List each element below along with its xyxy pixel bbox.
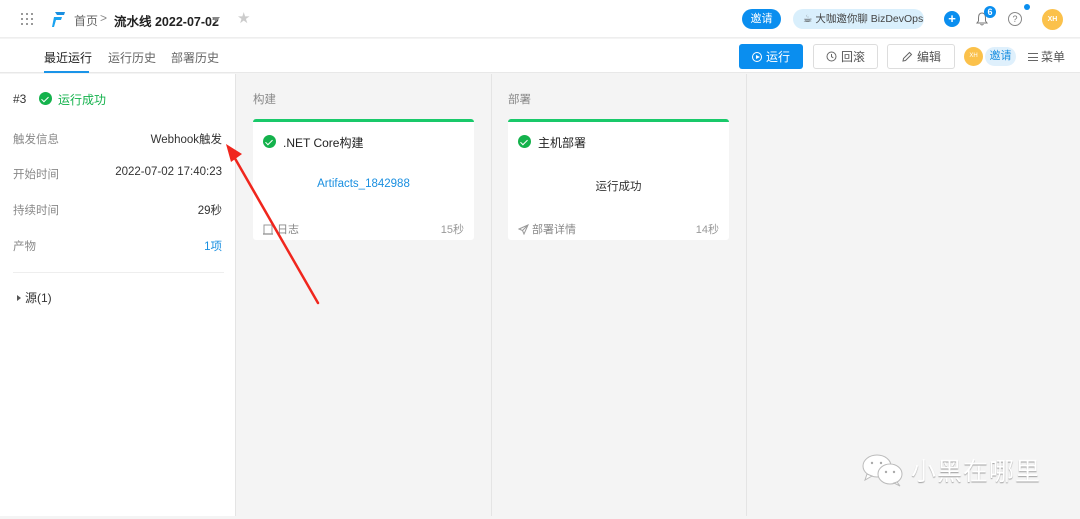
deploy-detail-link[interactable]: 部署详情 <box>518 221 576 237</box>
pipeline-title: 流水线 2022-07-02 <box>114 15 219 29</box>
history-clock-icon <box>826 51 837 62</box>
log-document-icon <box>263 224 273 235</box>
help-new-dot <box>1024 4 1030 10</box>
notification-count-badge: 6 <box>984 6 996 18</box>
stage-title: 构建 <box>253 94 276 106</box>
trigger-info-value: Webhook触发 <box>150 134 222 146</box>
trigger-info-label: 触发信息 <box>13 134 59 146</box>
job-card-build[interactable]: .NET Core构建 Artifacts_1842988 日志 15秒 <box>253 119 474 240</box>
send-plane-icon <box>518 223 529 235</box>
run-button-label: 运行 <box>765 50 790 64</box>
tab-run-history[interactable]: 运行历史 <box>108 49 156 66</box>
tab-deploy-history[interactable]: 部署历史 <box>171 49 219 66</box>
member-avatar[interactable]: XH <box>964 47 983 66</box>
job-duration: 14秒 <box>695 224 719 236</box>
menu-button[interactable]: 菜单 <box>1028 48 1065 65</box>
stage-column-deploy: 部署 主机部署 运行成功 部署详情 14秒 <box>492 74 747 516</box>
promo-banner-link[interactable]: ☕ 大咖邀你聊 BizDevOps <box>793 9 924 29</box>
user-avatar[interactable]: XH <box>1042 9 1063 30</box>
hamburger-menu-icon <box>1028 52 1038 61</box>
job-name: .NET Core构建 <box>283 136 364 150</box>
job-duration: 15秒 <box>440 224 464 236</box>
run-status: 运行成功 <box>58 93 107 107</box>
breadcrumb-home[interactable]: 首页 <box>74 12 98 29</box>
summary-divider <box>13 272 224 273</box>
tab-recent-run[interactable]: 最近运行 <box>44 49 92 66</box>
pencil-icon <box>902 51 913 62</box>
job-card-deploy[interactable]: 主机部署 运行成功 部署详情 14秒 <box>508 119 729 240</box>
duration-value: 29秒 <box>197 205 222 217</box>
deploy-detail-label: 部署详情 <box>532 224 576 236</box>
start-time-label: 开始时间 <box>13 169 59 181</box>
job-result-text: 运行成功 <box>595 181 642 193</box>
edit-button[interactable]: 编辑 <box>887 44 955 69</box>
active-tab-indicator <box>44 71 89 73</box>
watermark-text: 小黑在哪里 <box>911 458 1042 486</box>
artifacts-count-link[interactable]: 1项 <box>204 238 222 254</box>
start-time-value: 2022-07-02 17:40:23 <box>115 166 222 178</box>
job-log-link[interactable]: 日志 <box>263 221 299 237</box>
top-header: 首页 > 流水线 2022-07-02 ★ 邀请 ☕ 大咖邀你聊 BizDevO… <box>0 0 1080 38</box>
rollback-button[interactable]: 回滚 <box>813 44 878 69</box>
job-name: 主机部署 <box>538 136 587 150</box>
source-toggle-label: 源(1) <box>25 291 52 305</box>
source-expand-toggle[interactable]: 源(1) <box>17 289 52 306</box>
create-plus-button[interactable]: + <box>944 11 960 27</box>
artifact-link[interactable]: Artifacts_1842988 <box>253 178 474 190</box>
app-grid-icon[interactable] <box>21 13 33 25</box>
member-invite-button[interactable]: 邀请 <box>985 47 1016 66</box>
job-log-label: 日志 <box>277 224 299 236</box>
edit-button-label: 编辑 <box>916 50 941 64</box>
header-invite-button[interactable]: 邀请 <box>742 9 781 29</box>
success-check-icon <box>263 135 276 148</box>
product-logo-icon[interactable] <box>52 10 66 28</box>
stage-column-build: 构建 .NET Core构建 Artifacts_1842988 日志 15秒 <box>237 74 492 516</box>
play-circle-icon <box>751 51 762 62</box>
rollback-button-label: 回滚 <box>840 50 865 64</box>
run-button[interactable]: 运行 <box>739 44 803 69</box>
wechat-logo-icon <box>862 454 903 487</box>
success-check-icon <box>518 135 531 148</box>
favorite-star-icon[interactable]: ★ <box>237 10 250 28</box>
duration-label: 持续时间 <box>13 205 59 217</box>
pipeline-switch-caret-icon[interactable] <box>212 17 220 22</box>
stage-title: 部署 <box>508 94 531 106</box>
run-number: #3 <box>13 92 27 106</box>
artifacts-label: 产物 <box>13 241 36 253</box>
breadcrumb-separator: > <box>100 11 108 25</box>
help-icon[interactable]: ? <box>1008 12 1022 26</box>
menu-button-label: 菜单 <box>1041 50 1066 64</box>
success-check-icon <box>39 92 52 105</box>
wechat-watermark: 小黑在哪里 <box>861 452 1041 488</box>
caret-right-icon <box>17 294 21 301</box>
run-summary-panel: #3 运行成功 触发信息 Webhook触发 开始时间 2022-07-02 1… <box>0 74 236 516</box>
